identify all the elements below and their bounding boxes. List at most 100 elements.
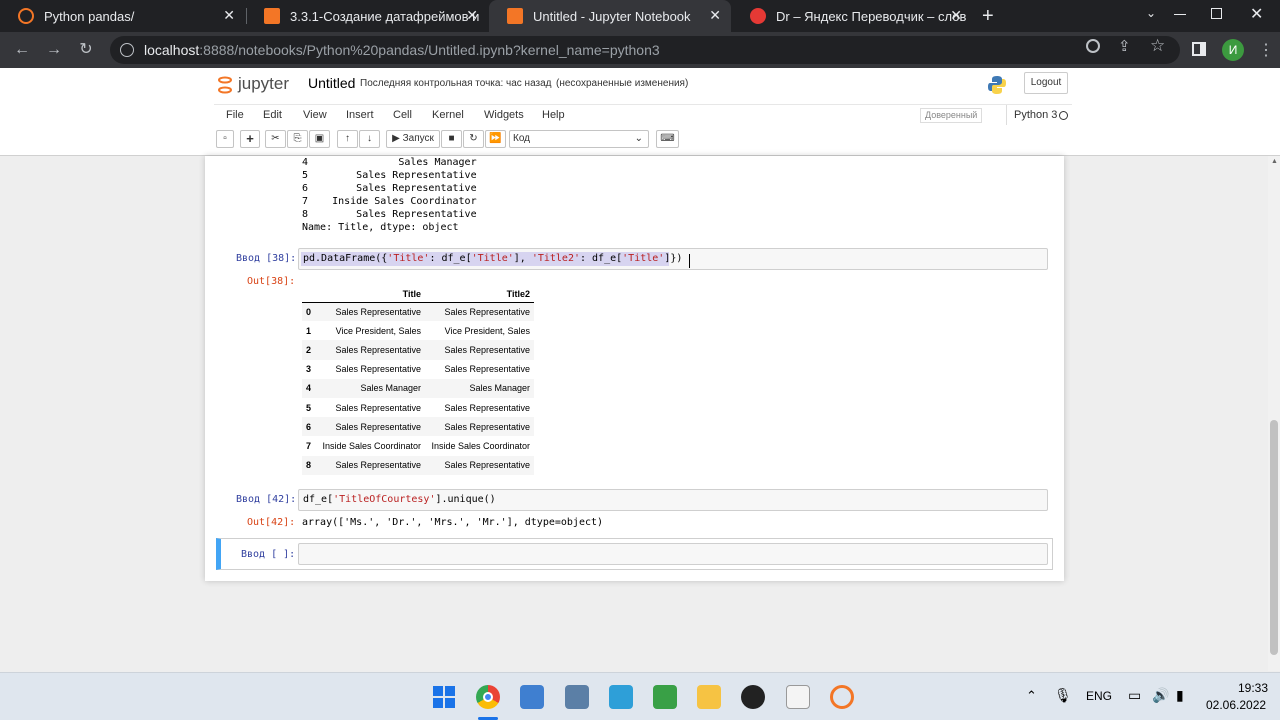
- back-icon[interactable]: ←: [10, 38, 34, 62]
- battery-icon[interactable]: ▮: [1176, 687, 1184, 704]
- restart-icon[interactable]: ↻: [463, 130, 484, 148]
- save-icon[interactable]: ▫: [216, 130, 234, 148]
- close-icon[interactable]: ✕: [466, 7, 478, 24]
- side-panel-icon[interactable]: [1192, 42, 1206, 56]
- jupyter-icon[interactable]: [830, 685, 854, 709]
- table-cell: Sales Representative: [335, 306, 421, 317]
- more-menu-icon[interactable]: ⋮: [1258, 40, 1274, 60]
- input-prompt: Ввод [38]:: [236, 253, 297, 264]
- table-row: 2 Sales Representative Sales Representativ…: [302, 340, 534, 360]
- row-index: 8: [306, 460, 312, 471]
- table-cell: Sales Representative: [444, 421, 530, 432]
- excel-icon[interactable]: [653, 685, 677, 709]
- forward-icon[interactable]: →: [42, 38, 66, 62]
- table-row: 6 Sales Representative Sales Representativ…: [302, 417, 534, 437]
- autosave-status: (несохраненные изменения): [556, 78, 689, 89]
- clock-time[interactable]: 19:33: [1238, 681, 1268, 695]
- move-up-icon[interactable]: ↑: [337, 130, 358, 148]
- notepad-icon[interactable]: [786, 685, 810, 709]
- chevron-down-icon[interactable]: ⌄: [1146, 6, 1164, 26]
- table-cell: Sales Representative: [444, 364, 530, 375]
- table-cell: Sales Representative: [444, 344, 530, 355]
- output-line: 8 Sales Representative: [302, 209, 477, 220]
- stop-icon[interactable]: ■: [441, 130, 462, 148]
- run-label: Запуск: [402, 133, 434, 144]
- zoom-icon[interactable]: [1086, 39, 1100, 53]
- scrollbar-thumb[interactable]: [1270, 420, 1278, 655]
- run-button[interactable]: ▶ Запуск: [386, 130, 440, 148]
- trusted-indicator[interactable]: Доверенный: [920, 108, 983, 123]
- menu-file[interactable]: File: [226, 109, 244, 121]
- keyboard-icon[interactable]: ⌨: [656, 130, 679, 148]
- selected-cell[interactable]: Ввод [ ]:: [216, 538, 1053, 570]
- minimize-icon[interactable]: [1174, 14, 1186, 15]
- page-scrollbar[interactable]: ▲: [1268, 156, 1280, 671]
- monitor-icon[interactable]: [609, 685, 633, 709]
- play-icon: ▶: [392, 133, 403, 144]
- device-manager-icon[interactable]: [520, 685, 544, 709]
- table-cell: Sales Representative: [335, 402, 421, 413]
- table-cell: Sales Manager: [469, 383, 530, 394]
- browser-tab-untitled[interactable]: Untitled - Jupyter Notebook ✕: [489, 0, 731, 32]
- browser-tab-dataframes[interactable]: 3.3.1-Создание датафреймов и ✕: [246, 0, 488, 32]
- share-icon[interactable]: ⇪: [1118, 37, 1131, 55]
- browser-toolbar: ← → ↻ localhost:8888/notebooks/Python%20…: [0, 32, 1280, 68]
- jupyter-header: jupyter Untitled Последняя контрольная т…: [0, 68, 1280, 104]
- table-cell: Sales Representative: [444, 402, 530, 413]
- copy-icon[interactable]: ⎘: [287, 130, 308, 148]
- url-host: localhost: [144, 42, 200, 58]
- add-cell-icon[interactable]: +: [240, 130, 260, 148]
- cut-icon[interactable]: ✂: [265, 130, 286, 148]
- code-cell-input[interactable]: df_e['TitleOfCourtesy'].unique(): [298, 489, 1048, 511]
- menu-widgets[interactable]: Widgets: [484, 109, 524, 121]
- menu-kernel[interactable]: Kernel: [432, 109, 464, 121]
- restore-icon[interactable]: [1211, 8, 1222, 19]
- cell-type-select[interactable]: Код ⌄: [509, 130, 649, 148]
- menu-insert[interactable]: Insert: [346, 109, 374, 121]
- browser-tab-python-pandas[interactable]: Python pandas/ ✕: [0, 0, 245, 32]
- performance-monitor-icon[interactable]: [565, 685, 589, 709]
- close-icon[interactable]: ✕: [709, 7, 721, 24]
- new-tab-button[interactable]: +: [982, 4, 1002, 28]
- avatar[interactable]: И: [1222, 39, 1244, 61]
- code-cell-input[interactable]: [298, 543, 1048, 565]
- address-bar[interactable]: localhost:8888/notebooks/Python%20pandas…: [110, 36, 1180, 64]
- jupyter-logo-text[interactable]: jupyter: [238, 74, 289, 94]
- chevron-up-icon[interactable]: ⌃: [1026, 688, 1037, 704]
- chrome-icon[interactable]: [476, 685, 500, 709]
- scroll-up-icon[interactable]: ▲: [1271, 158, 1278, 165]
- menu-help[interactable]: Help: [542, 109, 565, 121]
- microphone-icon[interactable]: 🎙: [1054, 687, 1072, 704]
- row-index: 7: [306, 440, 312, 451]
- site-info-icon[interactable]: [120, 43, 134, 57]
- close-icon[interactable]: ✕: [950, 7, 962, 24]
- close-icon[interactable]: ✕: [223, 7, 235, 24]
- file-explorer-icon[interactable]: [697, 685, 721, 709]
- clock-date[interactable]: 02.06.2022: [1206, 698, 1266, 712]
- display-icon[interactable]: ▭: [1128, 687, 1141, 704]
- start-icon[interactable]: [432, 685, 456, 709]
- code-cell-input[interactable]: pd.DataFrame({'Title': df_e['Title'], 'T…: [298, 248, 1048, 270]
- logout-button[interactable]: Logout: [1024, 72, 1068, 94]
- browser-tab-translator[interactable]: Dr – Яндекс Переводчик – слов ✕: [732, 0, 972, 32]
- notebook-name[interactable]: Untitled: [308, 75, 355, 91]
- table-row: 5 Sales Representative Sales Representativ…: [302, 398, 534, 417]
- output-prompt: Out[42]:: [247, 517, 296, 528]
- volume-icon[interactable]: 🔊: [1152, 687, 1169, 704]
- table-row: 7 Inside Sales Coordinator Inside Sales Co…: [302, 436, 534, 455]
- game-icon[interactable]: [741, 685, 765, 709]
- paste-icon[interactable]: ▣: [309, 130, 330, 148]
- reload-icon[interactable]: ↻: [74, 38, 98, 62]
- fast-forward-icon[interactable]: ⏩: [485, 130, 506, 148]
- bookmark-star-icon[interactable]: ☆: [1150, 36, 1165, 56]
- jupyter-logo-icon[interactable]: [218, 74, 232, 96]
- column-header: Title: [402, 289, 421, 300]
- menu-cell[interactable]: Cell: [393, 109, 412, 121]
- output-prompt: Out[38]:: [247, 276, 296, 287]
- table-cell: Sales Representative: [335, 364, 421, 375]
- menu-view[interactable]: View: [303, 109, 327, 121]
- window-close-icon[interactable]: ✕: [1250, 4, 1263, 24]
- move-down-icon[interactable]: ↓: [359, 130, 380, 148]
- language-indicator[interactable]: ENG: [1086, 689, 1112, 703]
- menu-edit[interactable]: Edit: [263, 109, 282, 121]
